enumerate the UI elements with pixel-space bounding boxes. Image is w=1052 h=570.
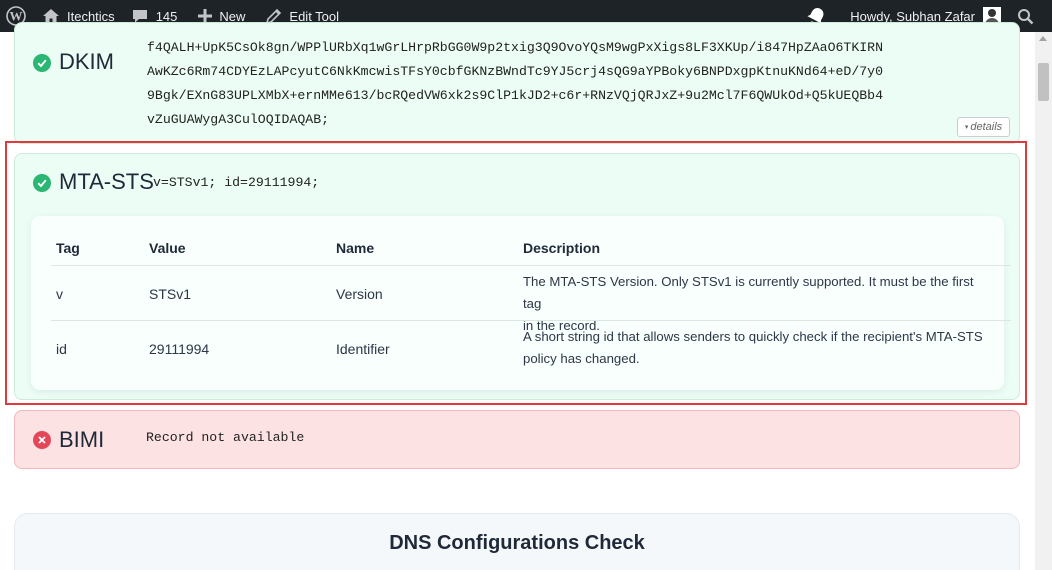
dkim-value-line: f4QALH+UpK5CsOk8gn/WPPlURbXq1wGrLHrpRbGG… (147, 40, 883, 55)
section-title: DNS Configurations Check (389, 532, 645, 554)
dkim-value-line: vZuGUAWygA3CulOQIDAQAB; (147, 112, 330, 127)
highlight-box (5, 141, 1027, 405)
scrollbar-thumb[interactable] (1038, 63, 1049, 101)
bimi-title: BIMI (59, 427, 105, 452)
bimi-value: Record not available (146, 430, 305, 445)
check-icon (33, 54, 51, 72)
details-label: details (970, 121, 1003, 133)
scrollbar[interactable] (1035, 32, 1052, 570)
caret-down-icon: ▾ (964, 124, 969, 131)
dkim-title: DKIM (59, 49, 114, 74)
error-icon (33, 431, 51, 449)
dkim-value-line: AwKZc6Rm74CDYEzLAPcyutC6NkKmcwisTFsY0cbf… (147, 64, 883, 79)
scroll-up-arrow-icon[interactable] (1039, 36, 1047, 41)
dkim-value-line: 9Bgk/EXnG83UPLXMbX+ernMMe613/bcRQedVW6xk… (147, 88, 883, 103)
details-button[interactable]: ▾ details (957, 117, 1010, 137)
